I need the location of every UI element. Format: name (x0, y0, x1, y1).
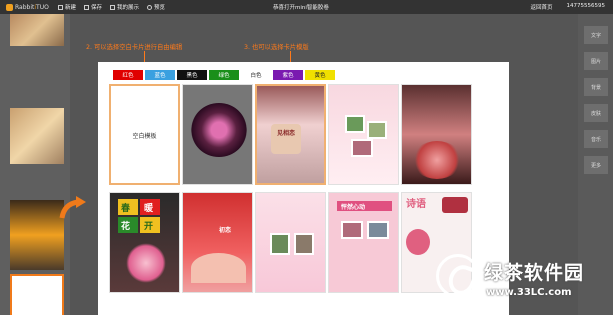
new-icon (58, 4, 63, 10)
text-tool-button[interactable]: 文字 (584, 26, 608, 44)
template-card[interactable] (401, 84, 472, 185)
more-tool-button[interactable]: 更多 (584, 156, 608, 174)
app-logo: RabbitiTUO (0, 3, 58, 11)
template-card[interactable] (182, 84, 253, 185)
color-filter-black[interactable]: 黑色 (177, 70, 207, 80)
blank-template-card[interactable]: 空白模板 (109, 84, 180, 185)
template-card[interactable] (255, 192, 326, 293)
eye-icon (147, 4, 153, 10)
image-tool-button[interactable]: 图片 (584, 52, 608, 70)
template-card[interactable]: 春 暖 花 开 (109, 192, 180, 293)
color-filter-red[interactable]: 红色 (113, 70, 143, 80)
template-title: 开 (144, 222, 154, 232)
slide-thumbnail[interactable] (10, 14, 64, 46)
annotation-card-template: 3. 也可以选择卡片模版 (244, 44, 309, 51)
music-tool-button[interactable]: 音乐 (584, 130, 608, 148)
template-title: 暖 (144, 204, 154, 214)
save-button[interactable]: 保存 (84, 3, 102, 11)
slide-thumbnail[interactable] (10, 108, 64, 164)
template-title: 诗语 (406, 199, 426, 210)
document-title: 恭喜打开mini智能胶卷 (273, 5, 329, 11)
template-card[interactable]: 怦然心动 (328, 192, 399, 293)
folder-icon (110, 4, 116, 10)
slide-thumbnail[interactable] (10, 200, 64, 270)
site-watermark: 绿茶软件园 www.33LC.com (430, 252, 613, 315)
new-button[interactable]: 新建 (58, 3, 76, 11)
color-filter-blue[interactable]: 蓝色 (145, 70, 175, 80)
slide-thumbnail-active[interactable] (10, 274, 64, 315)
skin-tool-button[interactable]: 皮肤 (584, 104, 608, 122)
template-card[interactable]: 见相恋 (255, 84, 326, 185)
template-title: 春 (121, 204, 131, 214)
user-account[interactable]: 14775556595 (567, 3, 606, 11)
slide-thumbnail-strip (0, 14, 70, 315)
curved-arrow-icon (58, 196, 86, 220)
color-filter-bar: 红色 蓝色 黑色 绿色 白色 紫色 黄色 (113, 70, 337, 80)
color-filter-white[interactable]: 白色 (241, 70, 271, 80)
rabbit-logo-icon (6, 3, 13, 11)
preview-button[interactable]: 预览 (147, 3, 165, 11)
color-filter-green[interactable]: 绿色 (209, 70, 239, 80)
color-filter-yellow[interactable]: 黄色 (305, 70, 335, 80)
color-filter-purple[interactable]: 紫色 (273, 70, 303, 80)
background-tool-button[interactable]: 背景 (584, 78, 608, 96)
template-title: 怦然心动 (341, 204, 366, 211)
leaf-logo-icon (436, 254, 480, 298)
template-title: 见相恋 (277, 130, 296, 137)
template-title: 初恋 (219, 227, 232, 234)
template-card[interactable]: 初恋 (182, 192, 253, 293)
top-toolbar: RabbitiTUO 新建 保存 我的展示 预览 恭喜打开mini智能胶卷 返回… (0, 0, 613, 14)
back-home-link[interactable]: 返回首页 (530, 3, 552, 11)
template-card[interactable] (328, 84, 399, 185)
my-shows-button[interactable]: 我的展示 (110, 3, 139, 11)
template-title: 花 (121, 222, 131, 232)
save-icon (84, 4, 90, 10)
annotation-blank-card: 2. 可以选择空白卡片进行自由编辑 (86, 44, 183, 51)
